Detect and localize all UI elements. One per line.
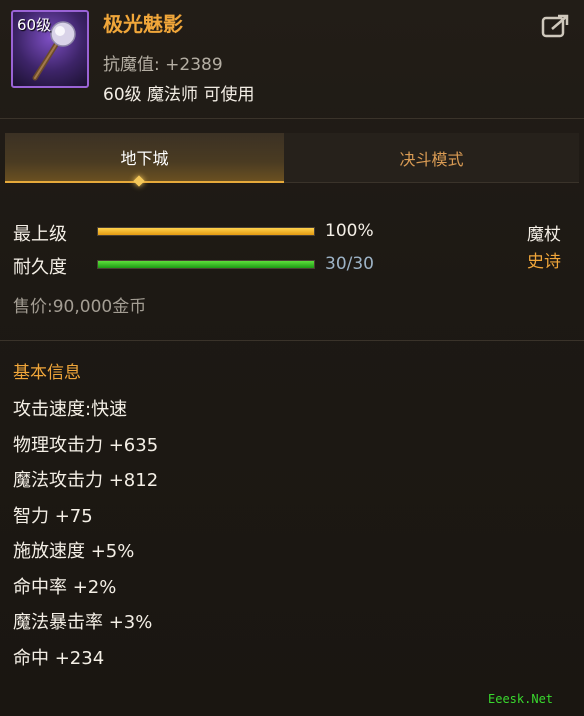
attribute-item: 智力 +75 bbox=[13, 505, 93, 527]
durability-label: 耐久度 bbox=[13, 257, 67, 278]
durability-bar bbox=[97, 260, 315, 269]
upgrade-bar bbox=[97, 227, 315, 236]
magic-resist-label: 抗魔值: bbox=[103, 55, 160, 75]
tab-dungeon[interactable]: 地下城 bbox=[5, 133, 284, 183]
upgrade-label: 最上级 bbox=[13, 224, 67, 245]
attribute-item: 物理攻击力 +635 bbox=[13, 434, 159, 456]
magic-resist-value: +2389 bbox=[165, 55, 223, 75]
item-header: 60级 极光魅影 抗魔值: +2389 60级 魔法师 可使用 bbox=[0, 0, 584, 118]
header-divider bbox=[0, 118, 584, 119]
item-name: 极光魅影 bbox=[103, 12, 183, 36]
watermark: Eeesk.Net bbox=[488, 692, 554, 706]
attribute-item: 攻击速度:快速 bbox=[13, 399, 128, 420]
item-level-tag: 60级 bbox=[17, 16, 52, 34]
attribute-item: 施放速度 +5% bbox=[13, 541, 135, 562]
upgrade-value: 100% bbox=[325, 221, 374, 241]
attribute-item: 魔法暴击率 +3% bbox=[13, 612, 153, 633]
share-icon bbox=[541, 14, 569, 38]
mode-tabs: 地下城 决斗模式 bbox=[5, 133, 579, 183]
basic-info-title: 基本信息 bbox=[13, 363, 81, 383]
durability-value: 30/30 bbox=[325, 254, 374, 274]
magic-staff-icon: 60级 bbox=[11, 10, 89, 88]
attribute-item: 魔法攻击力 +812 bbox=[13, 470, 159, 491]
tab-duel-mode[interactable]: 决斗模式 bbox=[284, 133, 579, 183]
magic-resist: 抗魔值: +2389 bbox=[103, 50, 223, 75]
attribute-item: 命中率 +2% bbox=[13, 576, 117, 598]
upgrade-bar-fill bbox=[98, 228, 314, 235]
sell-price: 售价:90,000金币 bbox=[13, 297, 147, 317]
item-tooltip-panel: 60级 极光魅影 抗魔值: +2389 60级 魔法师 可使用 地下城 决斗模式… bbox=[0, 0, 584, 716]
attribute-list: 攻击速度:快速 物理攻击力 +635 魔法攻击力 +812 智力 +75 施放速… bbox=[13, 397, 158, 681]
section-divider bbox=[0, 340, 584, 341]
rarity-badge: 史诗 bbox=[527, 252, 561, 272]
class-requirement: 60级 魔法师 可使用 bbox=[103, 85, 255, 105]
attribute-item: 命中 +234 bbox=[13, 647, 105, 669]
weapon-type: 魔杖 bbox=[527, 225, 561, 245]
durability-bar-fill bbox=[98, 261, 314, 268]
share-button[interactable] bbox=[540, 12, 572, 40]
